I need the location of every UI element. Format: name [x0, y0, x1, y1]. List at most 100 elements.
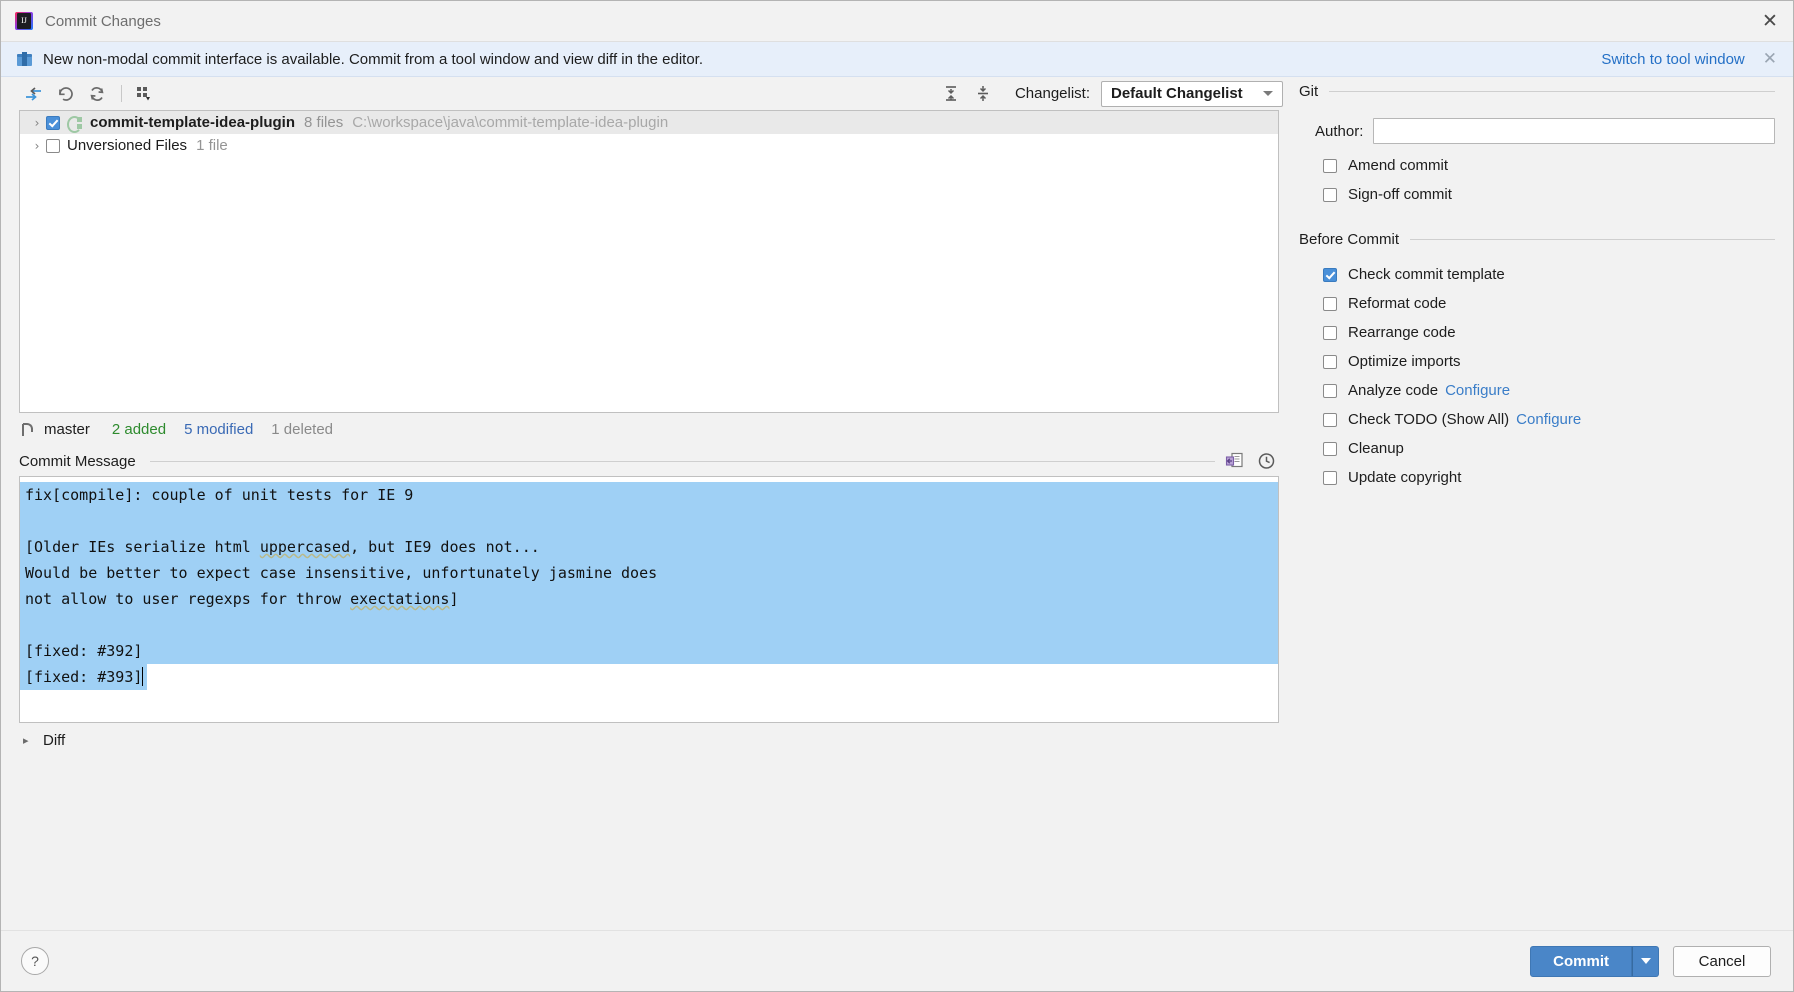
section-rule	[1329, 90, 1775, 92]
rearrange-code-checkbox[interactable]	[1323, 325, 1337, 340]
check-todo-checkbox[interactable]	[1323, 412, 1337, 427]
table-row[interactable]: › Unversioned Files 1 file	[20, 134, 1278, 157]
added-count: 2 added	[111, 421, 167, 438]
analyze-code-checkbox[interactable]	[1323, 383, 1337, 398]
unversioned-file-count: 1 file	[196, 137, 228, 154]
reformat-code-checkbox[interactable]	[1323, 296, 1337, 311]
author-field[interactable]	[1373, 118, 1775, 144]
sign-off-commit-option[interactable]: Sign-off commit	[1293, 180, 1775, 209]
deleted-count: 1 deleted	[271, 421, 334, 438]
close-window-button[interactable]: ✕	[1747, 2, 1793, 41]
commit-message-line: [fixed: #392]	[20, 638, 1278, 664]
analyze-code-configure-link[interactable]: Configure	[1445, 382, 1510, 399]
changes-toolbar: Changelist: Default Changelist	[1, 77, 1293, 110]
check-todo-label: Check TODO (Show All)	[1348, 411, 1510, 428]
check-commit-template-label: Check commit template	[1348, 266, 1505, 283]
changelist-label: Changelist:	[1014, 85, 1090, 102]
row-checkbox[interactable]	[46, 115, 60, 130]
check-commit-template-checkbox[interactable]	[1323, 267, 1337, 282]
header-rule	[149, 460, 1215, 462]
misspelled-word: uppercased	[259, 538, 351, 556]
analyze-code-option[interactable]: Analyze code Configure	[1293, 376, 1775, 405]
commit-message-line: not allow to user regexps for throw exec…	[20, 586, 1278, 612]
before-commit-section-header: Before Commit	[1293, 225, 1775, 253]
section-rule	[1410, 238, 1775, 240]
chevron-down-icon	[1263, 91, 1273, 96]
changelist-select[interactable]: Default Changelist	[1101, 80, 1283, 107]
switch-to-tool-window-link[interactable]: Switch to tool window	[1601, 51, 1744, 68]
refresh-icon[interactable]	[83, 82, 111, 106]
cancel-button[interactable]: Cancel	[1673, 945, 1771, 977]
expand-all-icon[interactable]	[937, 82, 965, 106]
diff-expand-arrow-icon[interactable]: ▸	[23, 734, 37, 747]
changelist-path: C:\workspace\java\commit-template-idea-p…	[352, 114, 669, 131]
dialog-footer: ? Commit Cancel	[1, 930, 1793, 991]
message-history-clock-icon[interactable]	[1253, 449, 1279, 473]
sign-off-commit-label: Sign-off commit	[1348, 186, 1452, 203]
git-branch-icon	[21, 422, 34, 437]
changes-pane: Changelist: Default Changelist › commit-…	[1, 77, 1293, 930]
reformat-code-option[interactable]: Reformat code	[1293, 289, 1775, 318]
diff-toggle[interactable]: ▸ Diff	[1, 723, 1293, 757]
modified-count: 5 modified	[184, 421, 254, 438]
expand-arrow-icon[interactable]: ›	[28, 139, 46, 153]
commit-message-line	[20, 508, 1278, 534]
amend-commit-option[interactable]: Amend commit	[1293, 151, 1775, 180]
changes-tree[interactable]: › commit-template-idea-plugin 8 files C:…	[19, 110, 1279, 413]
rearrange-code-option[interactable]: Rearrange code	[1293, 318, 1775, 347]
rollback-icon[interactable]	[51, 82, 79, 106]
dialog-body: Changelist: Default Changelist › commit-…	[1, 77, 1793, 930]
sign-off-commit-checkbox[interactable]	[1323, 187, 1337, 202]
insert-template-icon[interactable]	[1221, 449, 1247, 473]
changelist-selected-value: Default Changelist	[1111, 85, 1243, 102]
misspelled-word: exectations	[350, 590, 450, 608]
notification-bar: New non-modal commit interface is availa…	[1, 42, 1793, 77]
rearrange-code-label: Rearrange code	[1348, 324, 1456, 341]
reformat-code-label: Reformat code	[1348, 295, 1447, 312]
vcs-status-bar: master 2 added 5 modified 1 deleted	[1, 413, 1293, 446]
table-row[interactable]: › commit-template-idea-plugin 8 files C:…	[20, 111, 1278, 134]
row-checkbox[interactable]	[46, 138, 60, 153]
gift-icon	[17, 52, 32, 66]
cleanup-checkbox[interactable]	[1323, 441, 1337, 456]
diff-label: Diff	[43, 731, 66, 749]
check-todo-configure-link[interactable]: Configure	[1516, 411, 1581, 428]
cleanup-option[interactable]: Cleanup	[1293, 434, 1775, 463]
optimize-imports-option[interactable]: Optimize imports	[1293, 347, 1775, 376]
unversioned-files-label: Unversioned Files	[67, 137, 188, 154]
intellij-idea-icon	[15, 12, 33, 30]
author-label: Author:	[1315, 122, 1364, 140]
amend-commit-label: Amend commit	[1348, 157, 1449, 174]
expand-arrow-icon[interactable]: ›	[28, 116, 46, 130]
commit-changes-dialog: Commit Changes ✕ New non-modal commit in…	[0, 0, 1794, 992]
title-bar: Commit Changes ✕	[1, 1, 1793, 42]
commit-options-dropdown-button[interactable]	[1632, 945, 1659, 977]
commit-message-line	[20, 612, 1278, 638]
window-title: Commit Changes	[45, 12, 161, 30]
notification-close-icon[interactable]: ✕	[1763, 49, 1777, 69]
commit-message-title: Commit Message	[19, 452, 136, 470]
module-icon	[67, 115, 82, 133]
branch-name: master	[44, 421, 90, 438]
amend-commit-checkbox[interactable]	[1323, 158, 1337, 173]
check-todo-option[interactable]: Check TODO (Show All) Configure	[1293, 405, 1775, 434]
collapse-all-icon[interactable]	[969, 82, 997, 106]
move-to-changelist-icon[interactable]	[19, 82, 47, 106]
update-copyright-option[interactable]: Update copyright	[1293, 463, 1775, 492]
git-section-header: Git	[1293, 77, 1775, 105]
commit-message-line: [Older IEs serialize html uppercased, bu…	[20, 534, 1278, 560]
check-commit-template-option[interactable]: Check commit template	[1293, 260, 1775, 289]
commit-message-line: fix[compile]: couple of unit tests for I…	[20, 482, 1278, 508]
commit-message-input[interactable]: fix[compile]: couple of unit tests for I…	[19, 476, 1279, 723]
help-button[interactable]: ?	[21, 947, 49, 975]
optimize-imports-checkbox[interactable]	[1323, 354, 1337, 369]
group-by-icon[interactable]	[130, 82, 158, 106]
toolbar-separator	[121, 85, 122, 102]
cleanup-label: Cleanup	[1348, 440, 1404, 457]
git-section-title: Git	[1299, 82, 1319, 100]
update-copyright-checkbox[interactable]	[1323, 470, 1337, 485]
commit-message-header: Commit Message	[1, 446, 1293, 476]
chevron-down-icon	[1640, 958, 1651, 964]
commit-button[interactable]: Commit	[1530, 945, 1632, 977]
commit-button-group: Commit	[1530, 945, 1659, 977]
